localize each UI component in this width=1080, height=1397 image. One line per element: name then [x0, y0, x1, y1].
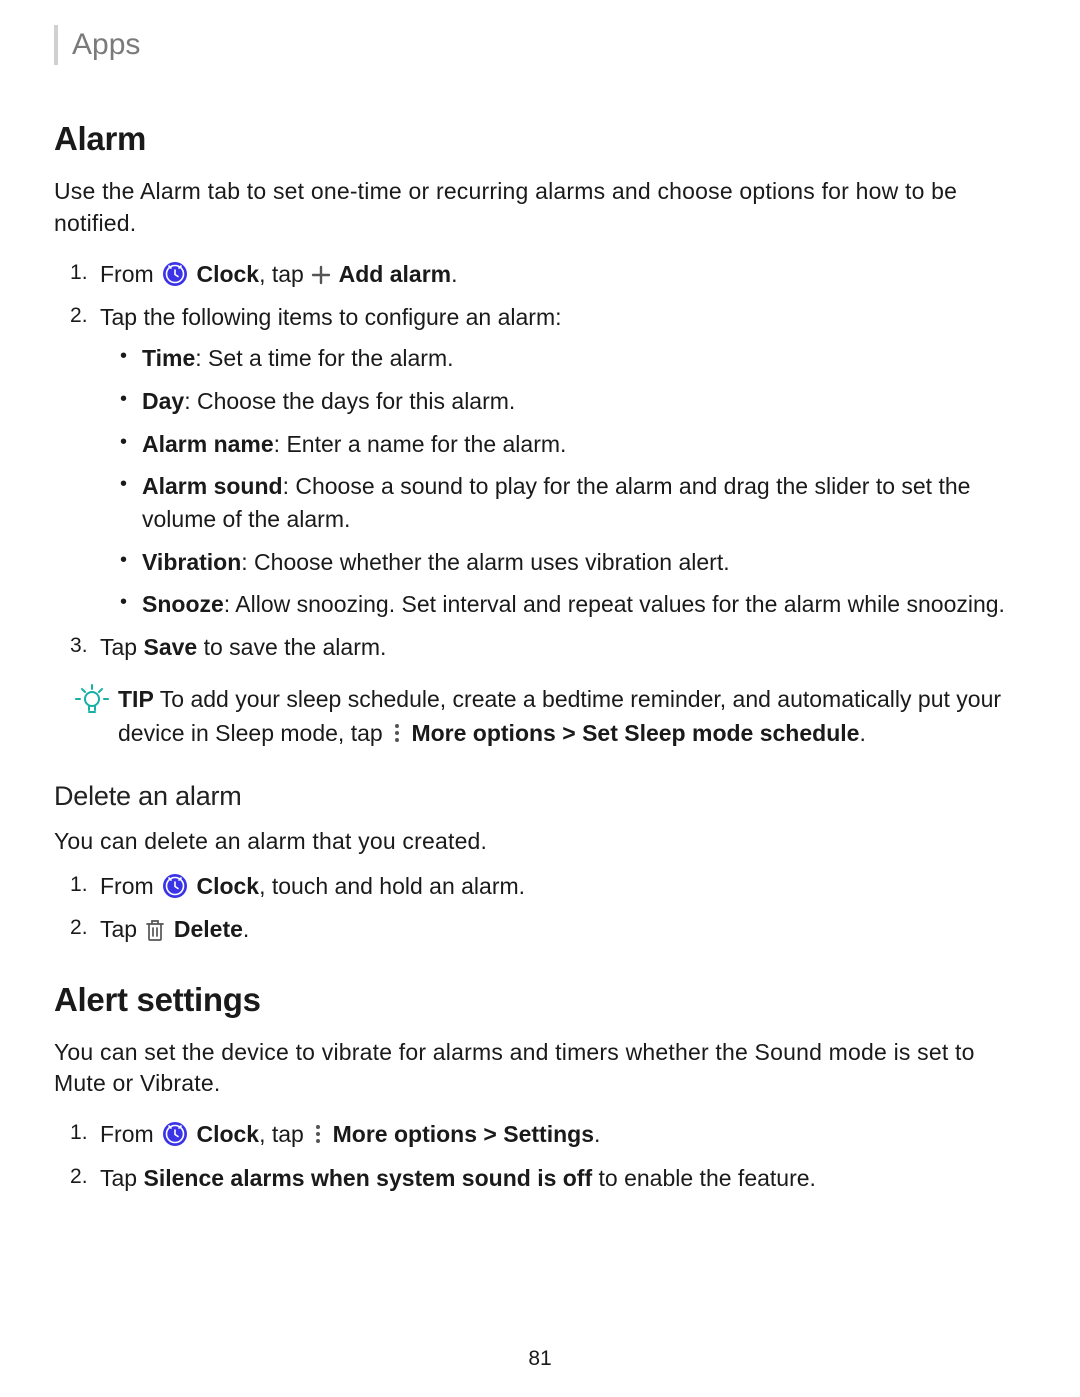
- page-header: Apps: [54, 24, 1026, 66]
- text: Tap: [100, 916, 143, 942]
- desc: : Set a time for the alarm.: [195, 345, 453, 371]
- text: Tap the following items to configure an …: [100, 304, 562, 330]
- more-options-icon: [312, 1123, 324, 1145]
- silence-label: Silence alarms when system sound is off: [143, 1165, 592, 1191]
- text: From: [100, 873, 160, 899]
- list-item: Vibration: Choose whether the alarm uses…: [142, 546, 1026, 579]
- more-options-icon: [391, 722, 403, 744]
- text: .: [859, 720, 865, 746]
- clock-icon: [162, 1121, 188, 1147]
- add-alarm-label: Add alarm: [339, 261, 451, 287]
- lightbulb-icon: [74, 682, 110, 718]
- delete-step-2: Tap Delete.: [100, 913, 1026, 946]
- clock-label: Clock: [196, 261, 259, 287]
- settings-label: Settings: [503, 1121, 594, 1147]
- text: Tap: [100, 1165, 143, 1191]
- alarm-step-3: Tap Save to save the alarm.: [100, 631, 1026, 664]
- heading-alarm: Alarm: [54, 116, 1026, 162]
- text: .: [243, 916, 249, 942]
- list-item: Snooze: Allow snoozing. Set interval and…: [142, 588, 1026, 621]
- set-sleep-label: Set Sleep mode schedule: [582, 720, 859, 746]
- text: Tap: [100, 634, 143, 660]
- alarm-config-list: Time: Set a time for the alarm. Day: Cho…: [100, 342, 1026, 621]
- list-item: Time: Set a time for the alarm.: [142, 342, 1026, 375]
- text: to enable the feature.: [592, 1165, 816, 1191]
- tip-text: TIP To add your sleep schedule, create a…: [118, 682, 1026, 750]
- header-vertical-bar: [54, 25, 58, 65]
- clock-icon: [162, 873, 188, 899]
- save-label: Save: [143, 634, 197, 660]
- alarm-steps: From Clock, tap Add alarm. Tap the follo…: [54, 258, 1026, 665]
- gt: >: [477, 1121, 503, 1147]
- alert-step-1: From Clock, tap More options > Settings.: [100, 1118, 1026, 1151]
- term: Snooze: [142, 591, 224, 617]
- text: , touch and hold an alarm.: [259, 873, 525, 899]
- clock-label: Clock: [196, 873, 259, 899]
- text: , tap: [259, 261, 310, 287]
- delete-intro: You can delete an alarm that you created…: [54, 826, 1026, 858]
- more-options-label: More options: [333, 1121, 477, 1147]
- heading-alert-settings: Alert settings: [54, 977, 1026, 1023]
- text: to save the alarm.: [197, 634, 386, 660]
- text: From: [100, 1121, 160, 1147]
- alert-step-2: Tap Silence alarms when system sound is …: [100, 1162, 1026, 1195]
- alarm-step-2: Tap the following items to configure an …: [100, 301, 1026, 621]
- section-alert-settings: Alert settings You can set the device to…: [54, 977, 1026, 1195]
- list-item: Alarm sound: Choose a sound to play for …: [142, 470, 1026, 535]
- text: , tap: [259, 1121, 310, 1147]
- tip-label: TIP: [118, 686, 154, 712]
- tip-block: TIP To add your sleep schedule, create a…: [74, 682, 1026, 750]
- text: From: [100, 261, 160, 287]
- text: .: [594, 1121, 600, 1147]
- delete-label: Delete: [174, 916, 243, 942]
- desc: : Choose the days for this alarm.: [184, 388, 515, 414]
- breadcrumb: Apps: [72, 24, 140, 66]
- page-number: 81: [0, 1344, 1080, 1373]
- list-item: Alarm name: Enter a name for the alarm.: [142, 428, 1026, 461]
- term: Time: [142, 345, 195, 371]
- more-options-label: More options: [411, 720, 555, 746]
- heading-delete-alarm: Delete an alarm: [54, 778, 1026, 816]
- clock-icon: [162, 261, 188, 287]
- desc: : Enter a name for the alarm.: [274, 431, 567, 457]
- term: Day: [142, 388, 184, 414]
- alarm-step-1: From Clock, tap Add alarm.: [100, 258, 1026, 291]
- alert-steps: From Clock, tap More options > Settings.…: [54, 1118, 1026, 1195]
- clock-label: Clock: [196, 1121, 259, 1147]
- delete-steps: From Clock, touch and hold an alarm. Tap…: [54, 870, 1026, 947]
- alarm-intro: Use the Alarm tab to set one-time or rec…: [54, 176, 1026, 239]
- alert-intro: You can set the device to vibrate for al…: [54, 1037, 1026, 1100]
- text: .: [451, 261, 457, 287]
- trash-icon: [144, 918, 166, 942]
- term: Alarm sound: [142, 473, 283, 499]
- section-alarm: Alarm Use the Alarm tab to set one-time …: [54, 116, 1026, 947]
- desc: : Choose whether the alarm uses vibratio…: [241, 549, 729, 575]
- term: Vibration: [142, 549, 241, 575]
- desc: : Allow snoozing. Set interval and repea…: [224, 591, 1005, 617]
- term: Alarm name: [142, 431, 274, 457]
- delete-step-1: From Clock, touch and hold an alarm.: [100, 870, 1026, 903]
- list-item: Day: Choose the days for this alarm.: [142, 385, 1026, 418]
- plus-icon: [311, 265, 331, 285]
- gt: >: [556, 720, 582, 746]
